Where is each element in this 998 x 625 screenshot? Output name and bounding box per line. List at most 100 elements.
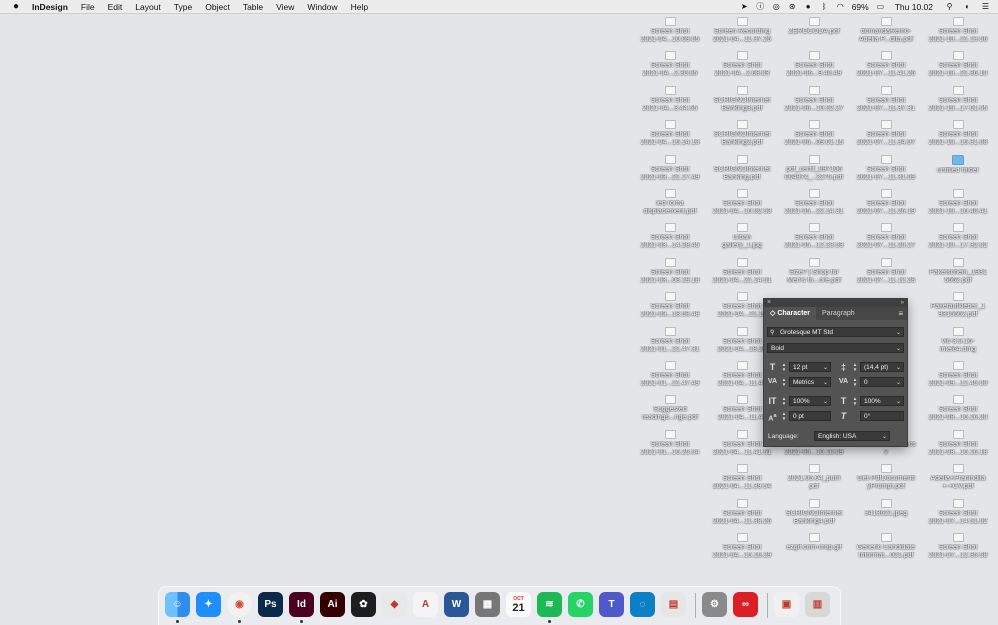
- desktop-file-icon[interactable]: Screen Shot 2021-01...21.47.49: [635, 361, 705, 388]
- desktop-file-icon[interactable]: Screen Shot 2021-04...15.15.29: [707, 533, 777, 560]
- dock-photoshop-icon[interactable]: Ps: [258, 592, 283, 617]
- desktop-file-icon[interactable]: ezgif.com-crop.gif: [779, 533, 849, 552]
- dock-sketchup-icon[interactable]: ◆: [382, 592, 407, 617]
- location-arrow-icon[interactable]: ➤: [740, 2, 749, 11]
- horizontal-scale-field[interactable]: 100% ⌄: [860, 396, 904, 406]
- desktop-file-icon[interactable]: Screen Shot 2021-06...9.40.49: [779, 51, 849, 78]
- desktop-file-icon[interactable]: domandaRemo- Adelia P...dita.pdf: [851, 17, 921, 44]
- desktop-file-icon[interactable]: Screen Shot 2021-04...10.52.53: [707, 189, 777, 216]
- desktop-file-icon[interactable]: pdf_certif_097106 004874_..2275.pdf: [779, 154, 849, 182]
- chevron-down-icon[interactable]: ⌄: [823, 397, 828, 407]
- desktop-file-icon[interactable]: Screen Shot 2021-07...11.31.03: [851, 154, 921, 182]
- desktop-file-icon[interactable]: SCRIGNOInternet Banking.pdf: [707, 154, 777, 182]
- dock-calculator-icon[interactable]: ▦: [475, 592, 500, 617]
- desktop-file-icon[interactable]: ied roma displacement.pdf: [635, 189, 705, 216]
- sync-status-icon[interactable]: ◎: [772, 2, 781, 11]
- dock-preview-icon[interactable]: ▤: [661, 592, 686, 617]
- chevron-down-icon[interactable]: ⌄: [823, 363, 828, 373]
- font-size-field[interactable]: 12 pt ⌄: [789, 362, 831, 372]
- desktop-file-icon[interactable]: untitled folder: [923, 154, 993, 175]
- desktop-file-icon[interactable]: Get-PdfDocumenti yPrompt.pdf: [851, 464, 921, 491]
- desktop-file-icon[interactable]: Screen Shot 2021-04...2.30.05: [635, 51, 705, 78]
- desktop-file-icon[interactable]: Screen Shot 2021-04...11.38.26: [707, 498, 777, 526]
- desktop-file-icon[interactable]: Screen Shot 2021-07...11.34.07: [851, 120, 921, 147]
- desktop-file-icon[interactable]: Screen Shot 2021-01...21.47.31: [635, 326, 705, 354]
- desktop-file-icon[interactable]: Screen Shot 2021-08...16.16.18: [923, 429, 993, 457]
- collapse-panel-icon[interactable]: »: [901, 299, 904, 307]
- skew-field[interactable]: 0°: [860, 411, 904, 421]
- siri-icon[interactable]: ◐: [963, 2, 972, 11]
- desktop-file-icon[interactable]: Adelia+Pranindita +-+CV.pdf: [923, 464, 993, 491]
- chevron-down-icon[interactable]: ⌄: [882, 432, 887, 442]
- desktop-file-icon[interactable]: Screen Shot 2021-04...11.39.54: [707, 464, 777, 491]
- dock-finder-icon[interactable]: ☺: [165, 592, 190, 617]
- wifi-icon[interactable]: ◠: [836, 2, 845, 11]
- desktop-file-icon[interactable]: Screen Shot 2021-04...2.08.03: [707, 51, 777, 78]
- vertical-scale-field[interactable]: 100% ⌄: [789, 396, 831, 406]
- desktop-file-icon[interactable]: Paketaufkleber_1 9315662.pdf: [923, 292, 993, 319]
- desktop-file-icon[interactable]: Screen Shot 2021-07...11.12.28: [851, 257, 921, 285]
- dock-safari-icon[interactable]: ✦: [196, 592, 221, 617]
- desktop-file-icon[interactable]: Screen Shot 2021-01...16.25.54: [635, 429, 705, 457]
- desktop-file-icon[interactable]: Screen Shot 2021-04...3.44.55: [635, 85, 705, 113]
- font-size-stepper[interactable]: ▲ ▼: [781, 362, 787, 372]
- info-status-icon[interactable]: ⓘ: [756, 2, 765, 11]
- dock-figma-icon[interactable]: ✿: [351, 592, 376, 617]
- clock[interactable]: Thu 10.02: [895, 2, 933, 12]
- dock-illustrator-icon[interactable]: Ai: [320, 592, 345, 617]
- menu-view[interactable]: View: [276, 2, 294, 12]
- baseline-shift-stepper[interactable]: ▲ ▼: [781, 411, 787, 421]
- vertical-scale-stepper[interactable]: ▲ ▼: [781, 396, 787, 406]
- menu-table[interactable]: Table: [243, 2, 263, 12]
- menu-edit[interactable]: Edit: [108, 2, 123, 12]
- desktop-file-icon[interactable]: Screen Shot 2021-04...10.09.05: [635, 17, 705, 44]
- dock-acrobat-icon[interactable]: A: [413, 592, 438, 617]
- desktop-file-icon[interactable]: Screen Shot 2021-03...18.53.48: [635, 292, 705, 319]
- desktop-file-icon[interactable]: Screen Shot 2021-07...12.35.58: [923, 533, 993, 560]
- desktop-file-icon[interactable]: Screen Shot 2021-10...17.01.05: [923, 85, 993, 113]
- transfer-status-icon[interactable]: ●: [804, 2, 813, 11]
- desktop-file-icon[interactable]: Screen Shot 2021-03...14.28.45: [635, 223, 705, 250]
- desktop-file-icon[interactable]: Paketschein_1931 5662.pdf: [923, 257, 993, 285]
- desktop-file-icon[interactable]: Screen Shot 2021-05...12.23.53: [779, 223, 849, 250]
- dock-chrome-icon[interactable]: ◉: [227, 592, 252, 617]
- desktop-file-icon[interactable]: Screen Shot 2021-07...11.26.19: [851, 189, 921, 216]
- dock-teams-icon[interactable]: T: [599, 592, 624, 617]
- desktop-file-icon[interactable]: vlc-3.0.16- intel64.dmg: [923, 326, 993, 354]
- desktop-file-icon[interactable]: 2021.05.04_putri pdf: [779, 464, 849, 491]
- desktop-file-icon[interactable]: Screen Shot 2021-10...21.36.10: [923, 51, 993, 78]
- chevron-down-icon[interactable]: ⌄: [896, 363, 901, 373]
- dock-downloads-stack-icon[interactable]: ▣: [774, 592, 799, 617]
- desktop-file-icon[interactable]: Screen Shot 2021-10...17.32.02: [923, 223, 993, 250]
- menu-help[interactable]: Help: [351, 2, 368, 12]
- dock-word-icon[interactable]: W: [444, 592, 469, 617]
- desktop-file-icon[interactable]: Screen Recording 2021-04...11.37.26: [707, 17, 777, 44]
- tracking-field[interactable]: 0 ⌄: [860, 377, 904, 387]
- dock-spotify-icon[interactable]: ≋: [537, 592, 562, 617]
- panel-menu-icon[interactable]: ≡: [898, 307, 903, 320]
- dock-trash-icon[interactable]: ▥: [805, 592, 830, 617]
- tab-character[interactable]: ◇ Character: [764, 307, 817, 320]
- desktop-file-icon[interactable]: Screen Shot 2021-07...11.37.31: [851, 85, 921, 113]
- desktop-file-icon[interactable]: Size? | Shop for Men's fo...ore.pdf: [779, 257, 849, 285]
- desktop-file-icon[interactable]: urban gallery_1.jpg: [707, 223, 777, 250]
- desktop-file-icon[interactable]: Screen Shot 2021-03...08.19.18: [635, 257, 705, 285]
- spotlight-search-icon[interactable]: ⚲: [945, 2, 954, 11]
- leading-field[interactable]: (14,4 pt) ⌄: [860, 362, 904, 372]
- tracking-stepper[interactable]: ▲ ▼: [852, 377, 858, 387]
- creative-cloud-status-icon[interactable]: ⊛: [788, 2, 797, 11]
- desktop-file-icon[interactable]: Screen Shot 2021-10...10.40.41: [923, 189, 993, 216]
- desktop-file-icon[interactable]: SCRIGNOInternet Banking2.pdf: [707, 120, 777, 147]
- desktop-file-icon[interactable]: Suggested readings...nge.pdf: [635, 395, 705, 422]
- desktop-file-icon[interactable]: SCRIGNOInternet Banking4.pdf: [779, 498, 849, 526]
- chevron-down-icon[interactable]: ⌄: [896, 378, 901, 388]
- bluetooth-icon[interactable]: ᛒ: [820, 2, 829, 11]
- desktop-file-icon[interactable]: Screen Shot 2021-09...12.45.00: [923, 361, 993, 388]
- close-panel-icon[interactable]: ×: [767, 299, 771, 307]
- dock-calendar-icon[interactable]: OCT 21: [506, 592, 531, 617]
- desktop-file-icon[interactable]: Screen Shot 2021-04...21.14.51: [707, 257, 777, 285]
- font-style-field[interactable]: Bold ⌄: [767, 343, 904, 353]
- dock-edge-icon[interactable]: ◌: [630, 592, 655, 617]
- app-menu-indesign[interactable]: InDesign: [32, 2, 68, 12]
- desktop-file-icon[interactable]: Screen Shot 2021-07...11.41.26: [851, 51, 921, 78]
